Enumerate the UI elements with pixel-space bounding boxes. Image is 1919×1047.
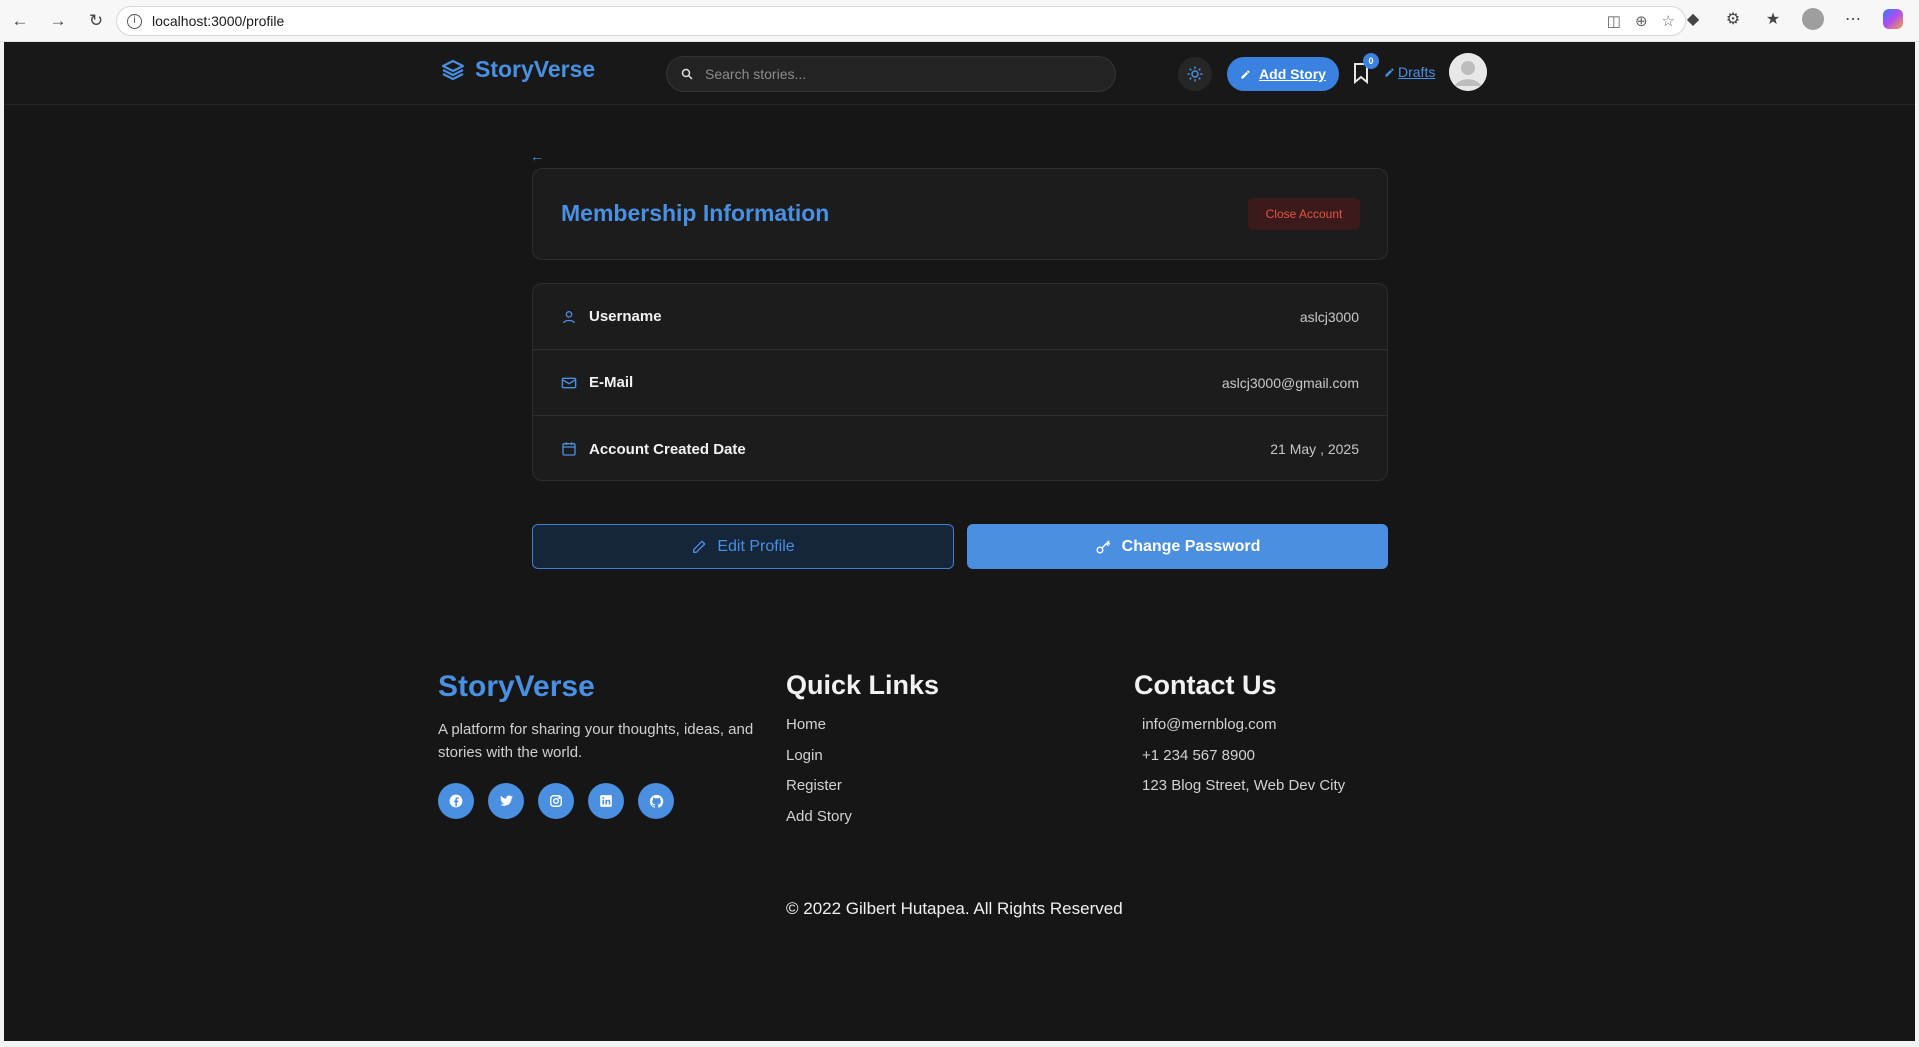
page-title: Membership Information: [561, 200, 830, 226]
copyright: © 2022 Gilbert Hutapea. All Rights Reser…: [786, 899, 1123, 918]
url-text: localhost:3000/profile: [152, 13, 285, 29]
zoom-icon[interactable]: ⊕: [1635, 12, 1648, 30]
footer-description: A platform for sharing your thoughts, id…: [438, 721, 754, 761]
membership-info-card: Username aslcj3000 E-Mail aslcj3000@gmai…: [532, 283, 1388, 481]
back-icon[interactable]: ←: [2, 6, 38, 36]
footer-link-add-story[interactable]: Add Story: [786, 808, 852, 839]
change-password-button[interactable]: Change Password: [967, 524, 1388, 569]
search-input[interactable]: [705, 66, 1085, 82]
pencil-icon: [1241, 69, 1250, 79]
drafts-label: Drafts: [1398, 64, 1436, 80]
layers-icon: [441, 59, 465, 80]
browser-profile-avatar: [1802, 8, 1824, 30]
close-account-button[interactable]: Close Account: [1248, 198, 1360, 230]
key-icon: [1096, 540, 1111, 554]
back-arrow-icon[interactable]: ←: [530, 148, 544, 164]
pencil-icon: [1385, 67, 1394, 77]
forward-icon[interactable]: →: [40, 6, 76, 36]
navbar: StoryVerse Add Story 0: [4, 42, 1915, 105]
info-value: aslcj3000: [1299, 308, 1359, 325]
info-value: aslcj3000@gmail.com: [1221, 374, 1359, 391]
search-bar[interactable]: [666, 56, 1116, 92]
footer-link-login[interactable]: Login: [786, 747, 852, 778]
contact-address: 123 Blog Street, Web Dev City: [1142, 777, 1346, 794]
membership-header-card: Membership Information Close Account: [532, 168, 1388, 260]
info-label: Account Created Date: [589, 440, 746, 458]
contact-info: info@mernblog.com +1 234 567 8900 123 Bl…: [1142, 716, 1345, 808]
twitter-icon[interactable]: [488, 783, 524, 819]
quick-links: Home Login Register Add Story: [786, 716, 852, 838]
footer-link-home[interactable]: Home: [786, 716, 852, 747]
reader-view-icon[interactable]: ◫: [1607, 12, 1621, 30]
address-bar[interactable]: i localhost:3000/profile ◫ ⊕ ☆: [116, 6, 1686, 36]
browser-profile-icon[interactable]: [1801, 7, 1825, 31]
user-icon: [561, 309, 577, 325]
edit-profile-label: Edit Profile: [717, 537, 795, 555]
add-story-label: Add Story: [1259, 66, 1326, 82]
change-password-label: Change Password: [1121, 537, 1261, 555]
quick-links-heading: Quick Links: [786, 670, 940, 700]
theme-toggle-button[interactable]: [1178, 57, 1212, 91]
contact-phone: +1 234 567 8900: [1142, 746, 1256, 764]
sun-icon: [1187, 66, 1203, 82]
calendar-icon: [561, 441, 577, 457]
page: StoryVerse Add Story 0: [4, 42, 1915, 1041]
github-icon[interactable]: [638, 783, 674, 819]
drafts-link[interactable]: Drafts: [1384, 64, 1435, 80]
brand-name: StoryVerse: [475, 56, 596, 82]
avatar[interactable]: [1449, 53, 1487, 91]
mail-icon: [561, 375, 577, 391]
info-row-username: Username aslcj3000: [533, 284, 1387, 350]
pencil-icon: [693, 540, 706, 553]
linkedin-icon[interactable]: [588, 783, 624, 819]
favorites-icon[interactable]: ★: [1761, 7, 1785, 31]
contact-email: info@mernblog.com: [1142, 716, 1277, 733]
more-menu-icon[interactable]: ⋯: [1841, 7, 1865, 31]
info-label: Username: [589, 308, 662, 325]
social-links: [438, 783, 674, 819]
info-row-created-date: Account Created Date 21 May , 2025: [533, 416, 1387, 480]
browser-toolbar: ← → ↻ i localhost:3000/profile ◫ ⊕ ☆ ◆ ⚙…: [0, 0, 1919, 42]
copilot-icon[interactable]: [1881, 7, 1905, 31]
extensions-icon[interactable]: ⚙: [1721, 7, 1745, 31]
brand-logo[interactable]: StoryVerse: [441, 56, 595, 83]
site-info-icon[interactable]: i: [127, 13, 142, 29]
contact-heading: Contact Us: [1134, 670, 1277, 700]
search-icon: [681, 68, 693, 80]
edit-profile-button[interactable]: Edit Profile: [532, 524, 954, 569]
browser-essentials-icon[interactable]: ◆: [1681, 7, 1705, 31]
add-story-button[interactable]: Add Story: [1227, 57, 1339, 91]
instagram-icon[interactable]: [538, 783, 574, 819]
favorite-star-icon[interactable]: ☆: [1662, 12, 1675, 30]
info-label: E-Mail: [589, 374, 634, 391]
info-value: 21 May , 2025: [1270, 441, 1359, 457]
info-row-email: E-Mail aslcj3000@gmail.com: [533, 350, 1387, 416]
footer-link-register[interactable]: Register: [786, 777, 852, 808]
reload-icon[interactable]: ↻: [78, 6, 114, 36]
copilot-logo: [1883, 9, 1903, 29]
footer-brand: StoryVerse: [438, 670, 595, 703]
user-avatar-icon: [1449, 53, 1487, 91]
facebook-icon[interactable]: [438, 783, 474, 819]
bookmark-count-badge: 0: [1363, 53, 1379, 69]
